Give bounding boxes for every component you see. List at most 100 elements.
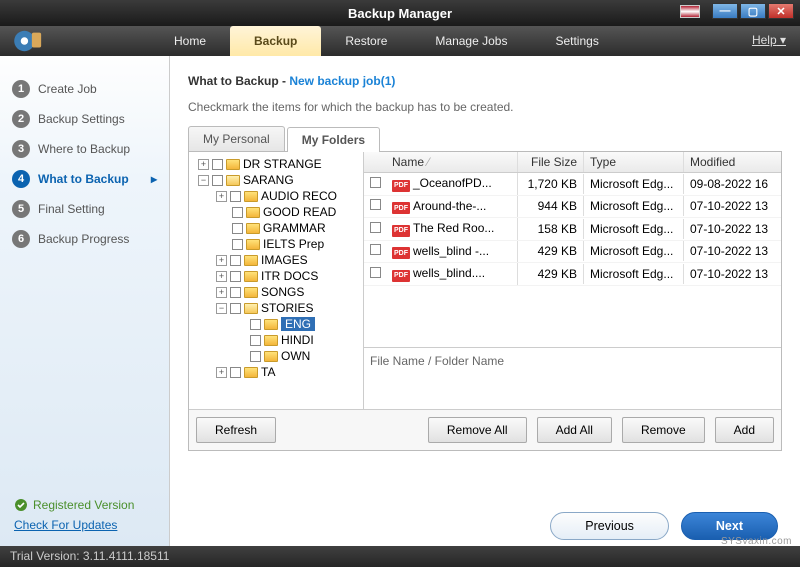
tree-node[interactable]: OWN [191,348,361,364]
file-row[interactable]: PDF_OceanofPD...1,720 KBMicrosoft Edg...… [364,173,781,196]
folder-icon [244,271,258,282]
locale-flag-icon[interactable] [680,5,700,18]
file-row[interactable]: PDFThe Red Roo...158 KBMicrosoft Edg...0… [364,218,781,241]
expand-icon[interactable]: + [216,191,227,202]
tree-checkbox[interactable] [230,255,241,266]
tree-label[interactable]: HINDI [281,333,314,347]
tree-checkbox[interactable] [232,223,243,234]
file-row[interactable]: PDFwells_blind....429 KBMicrosoft Edg...… [364,263,781,286]
add-button[interactable]: Add [715,417,774,443]
tree-node[interactable]: + ITR DOCS [191,268,361,284]
file-checkbox[interactable] [370,244,381,255]
tree-label[interactable]: IELTS Prep [263,237,324,251]
file-pane: Name File Size Type Modified PDF_Oceanof… [364,152,781,409]
remove-all-button[interactable]: Remove All [428,417,527,443]
tab-my-folders[interactable]: My Folders [287,127,380,152]
previous-button[interactable]: Previous [550,512,669,540]
file-checkbox[interactable] [370,199,381,210]
tree-label[interactable]: SONGS [261,285,304,299]
tree-label[interactable]: OWN [281,349,310,363]
tree-node[interactable]: − STORIES [191,300,361,316]
file-checkbox[interactable] [370,222,381,233]
tree-node[interactable]: IELTS Prep [191,236,361,252]
expand-icon[interactable]: + [216,255,227,266]
collapse-icon[interactable]: − [216,303,227,314]
tree-label[interactable]: TA [261,365,275,379]
tree-node[interactable]: ENG [191,316,361,332]
step-where-to-backup[interactable]: 3Where to Backup [8,134,161,164]
folder-tree[interactable]: + DR STRANGE − SARANG + AUDIO RECO GOOD READ GR… [189,152,364,409]
step-final-setting[interactable]: 5Final Setting [8,194,161,224]
wizard-sidebar: 1Create Job 2Backup Settings 3Where to B… [0,56,170,546]
refresh-button[interactable]: Refresh [196,417,276,443]
file-checkbox[interactable] [370,267,381,278]
tree-checkbox[interactable] [230,271,241,282]
tree-label[interactable]: SARANG [243,173,294,187]
tree-label[interactable]: ENG [281,317,315,331]
tree-node[interactable]: + IMAGES [191,252,361,268]
job-name: New backup job(1) [289,74,395,88]
file-row[interactable]: PDFwells_blind -...429 KBMicrosoft Edg..… [364,241,781,264]
menu-manage-jobs[interactable]: Manage Jobs [411,26,531,56]
tree-checkbox[interactable] [212,175,223,186]
file-list-header[interactable]: Name File Size Type Modified [364,152,781,173]
expand-icon[interactable]: + [198,159,209,170]
tree-checkbox[interactable] [250,351,261,362]
file-modified: 07-10-2022 13 [684,241,781,261]
remove-button[interactable]: Remove [622,417,705,443]
tree-node[interactable]: + DR STRANGE [191,156,361,172]
file-modified: 07-10-2022 13 [684,219,781,239]
menu-backup[interactable]: Backup [230,26,321,56]
maximize-button[interactable]: ▢ [740,3,766,19]
tree-checkbox[interactable] [230,287,241,298]
main-menu: Home Backup Restore Manage Jobs Settings… [0,26,800,56]
tree-checkbox[interactable] [232,207,243,218]
step-create-job[interactable]: 1Create Job [8,74,161,104]
page-subtitle: Checkmark the items for which the backup… [188,100,782,114]
tree-label[interactable]: IMAGES [261,253,308,267]
tree-checkbox[interactable] [250,335,261,346]
expand-icon[interactable]: + [216,271,227,282]
expand-icon[interactable]: + [216,367,227,378]
tree-node[interactable]: GRAMMAR [191,220,361,236]
file-list[interactable]: Name File Size Type Modified PDF_Oceanof… [364,152,781,347]
tree-checkbox[interactable] [250,319,261,330]
collapse-icon[interactable]: − [198,175,209,186]
file-checkbox[interactable] [370,177,381,188]
tree-node[interactable]: GOOD READ [191,204,361,220]
file-type: Microsoft Edg... [584,174,684,194]
step-backup-settings[interactable]: 2Backup Settings [8,104,161,134]
menu-home[interactable]: Home [150,26,230,56]
tree-label[interactable]: STORIES [261,301,313,315]
step-backup-progress[interactable]: 6Backup Progress [8,224,161,254]
tree-node[interactable]: HINDI [191,332,361,348]
tree-node[interactable]: + AUDIO RECO [191,188,361,204]
help-link[interactable]: Help ▾ [752,33,786,47]
check-updates-link[interactable]: Check For Updates [14,518,117,532]
tree-node[interactable]: − SARANG [191,172,361,188]
tree-node[interactable]: + TA [191,364,361,380]
add-all-button[interactable]: Add All [537,417,612,443]
step-what-to-backup[interactable]: 4What to Backup▸ [8,164,161,194]
tree-label[interactable]: AUDIO RECO [261,189,337,203]
tab-my-personal[interactable]: My Personal [188,126,285,151]
tree-checkbox[interactable] [232,239,243,250]
minimize-button[interactable]: — [712,3,738,19]
file-size: 944 KB [518,196,584,216]
tree-checkbox[interactable] [230,367,241,378]
file-size: 429 KB [518,264,584,284]
file-row[interactable]: PDFAround-the-...944 KBMicrosoft Edg...0… [364,196,781,219]
menu-restore[interactable]: Restore [321,26,411,56]
tree-node[interactable]: + SONGS [191,284,361,300]
expand-icon[interactable]: + [216,287,227,298]
tree-label[interactable]: ITR DOCS [261,269,318,283]
tree-label[interactable]: GRAMMAR [263,221,326,235]
tree-checkbox[interactable] [212,159,223,170]
pdf-icon: PDF [392,247,410,259]
tree-label[interactable]: DR STRANGE [243,157,322,171]
close-button[interactable]: ✕ [768,3,794,19]
menu-settings[interactable]: Settings [531,26,622,56]
tree-checkbox[interactable] [230,303,241,314]
tree-label[interactable]: GOOD READ [263,205,336,219]
tree-checkbox[interactable] [230,191,241,202]
